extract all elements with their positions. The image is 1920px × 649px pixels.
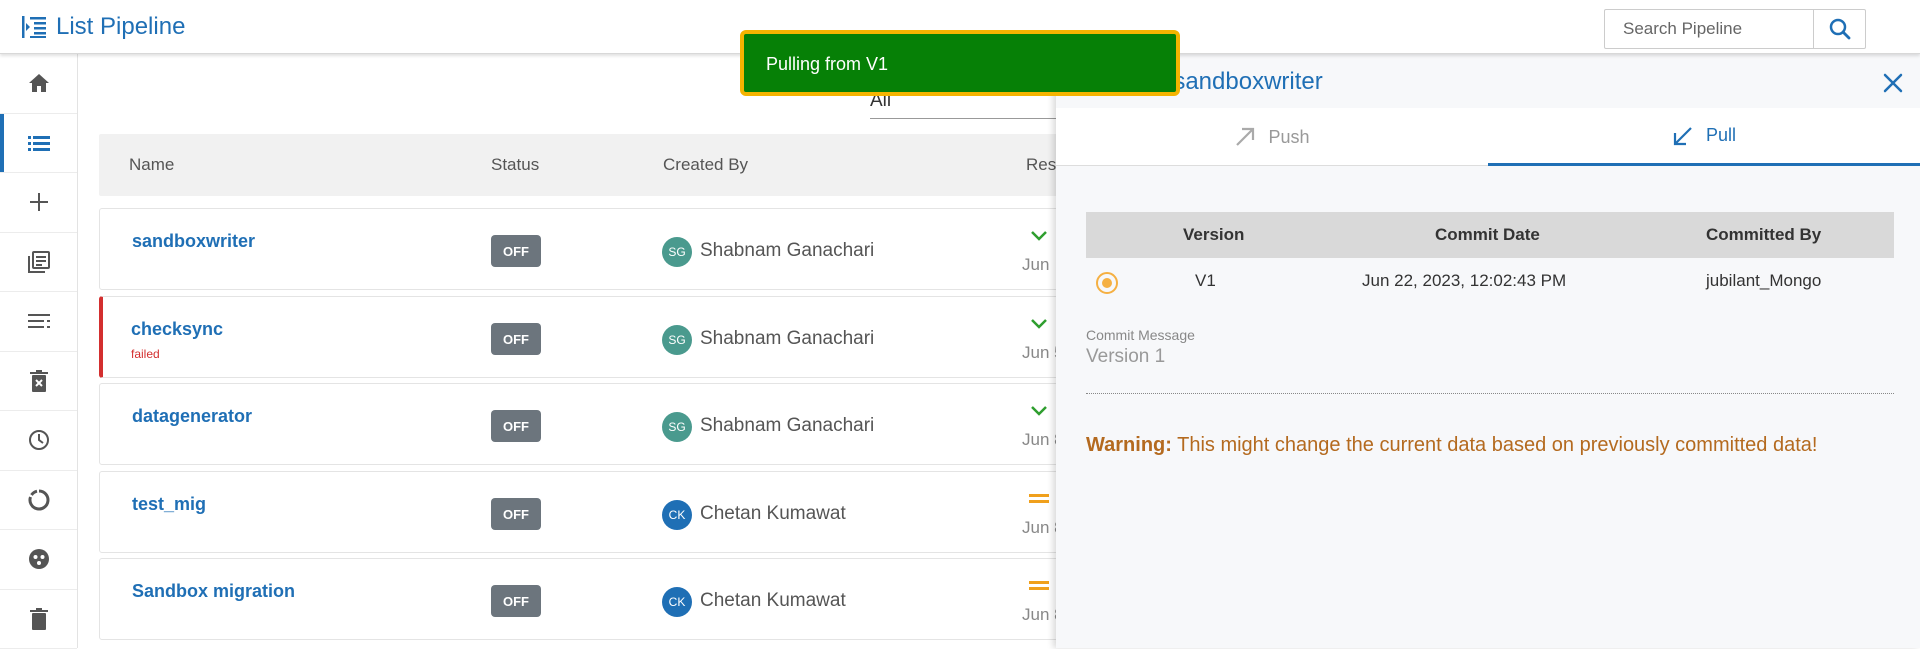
commit-message-label: Commit Message — [1086, 327, 1195, 343]
commit-date-value: Jun 22, 2023, 12:02:43 PM — [1362, 271, 1566, 291]
donut-icon — [28, 489, 50, 511]
library-icon — [28, 251, 50, 273]
status-badge[interactable]: OFF — [491, 235, 541, 267]
arrow-up-right-icon — [1234, 126, 1256, 148]
versions-table-header: Version Commit Date Committed By — [1086, 212, 1894, 258]
table-row[interactable]: checksync failed OFF SG Shabnam Ganachar… — [99, 296, 1099, 378]
column-created-by: Created By — [663, 155, 748, 175]
created-by: Shabnam Ganachari — [700, 240, 874, 262]
tab-pull[interactable]: Pull — [1488, 108, 1920, 166]
status-badge[interactable]: OFF — [491, 498, 541, 530]
equals-icon — [1029, 577, 1049, 593]
trash-x-icon — [30, 370, 48, 392]
check-icon — [1029, 227, 1049, 243]
panel-title: ll sandboxwriter — [1156, 68, 1323, 96]
column-name: Name — [129, 155, 174, 175]
failed-label: failed — [131, 347, 160, 361]
created-by: Shabnam Ganachari — [700, 328, 874, 350]
sidebar-item-monitor[interactable] — [0, 471, 77, 531]
created-by: Chetan Kumawat — [700, 590, 846, 612]
column-status: Status — [491, 155, 539, 175]
warning-label: Warning: — [1086, 434, 1172, 456]
toast-text: Pulling from V1 — [766, 54, 888, 75]
sidebar-item-home[interactable] — [0, 54, 77, 114]
tab-push[interactable]: Push — [1056, 108, 1488, 166]
lines-icon — [28, 314, 50, 328]
check-icon — [1029, 315, 1049, 331]
home-icon — [28, 73, 50, 93]
table-row[interactable]: test_mig OFF CK Chetan Kumawat Jun 8 — [99, 471, 1099, 553]
version-row[interactable]: V1 Jun 22, 2023, 12:02:43 PM jubilant_Mo… — [1086, 258, 1894, 306]
pipeline-table-header: Name Status Created By Res — [99, 134, 1099, 196]
avatar: SG — [662, 412, 692, 442]
created-by: Chetan Kumawat — [700, 503, 846, 525]
sidebar-item-list-pipeline[interactable] — [0, 114, 77, 174]
table-row[interactable]: sandboxwriter OFF SG Shabnam Ganachari J… — [99, 208, 1099, 290]
pipeline-name-link[interactable]: Sandbox migration — [132, 581, 295, 602]
toast-notification: Pulling from V1 — [740, 30, 1180, 96]
sidebar-item-group[interactable] — [0, 530, 77, 590]
committed-by-value: jubilant_Mongo — [1706, 271, 1821, 291]
versions-table: Version Commit Date Committed By V1 Jun … — [1086, 212, 1894, 306]
trash-icon — [30, 608, 48, 630]
warning-text: This might change the current data based… — [1172, 434, 1818, 456]
status-badge[interactable]: OFF — [491, 585, 541, 617]
table-row[interactable]: datagenerator OFF SG Shabnam Ganachari J… — [99, 383, 1099, 465]
sidebar-item-history[interactable] — [0, 411, 77, 471]
list-icon — [28, 135, 50, 151]
check-icon — [1029, 402, 1049, 418]
search-input[interactable] — [1605, 10, 1847, 48]
group-icon — [28, 548, 50, 570]
column-result: Res — [1026, 155, 1056, 175]
search-button[interactable] — [1813, 10, 1865, 48]
equals-icon — [1029, 490, 1049, 506]
sidebar — [0, 54, 78, 648]
column-version: Version — [1183, 225, 1244, 245]
warning-message: Warning: This might change the current d… — [1086, 434, 1817, 457]
sidebar-item-create[interactable] — [0, 173, 77, 233]
created-by: Shabnam Ganachari — [700, 415, 874, 437]
table-row[interactable]: Sandbox migration OFF CK Chetan Kumawat … — [99, 558, 1099, 640]
status-filter-underline — [870, 118, 1070, 119]
version-value: V1 — [1195, 271, 1216, 291]
column-committed-by: Committed By — [1706, 225, 1821, 245]
search-icon — [1829, 18, 1851, 40]
commit-message-field[interactable]: Version 1 — [1086, 346, 1894, 393]
commit-message-box: Version 1 — [1086, 346, 1894, 394]
avatar: CK — [662, 500, 692, 530]
pipeline-name-link[interactable]: test_mig — [132, 494, 206, 515]
status-badge[interactable]: OFF — [491, 323, 541, 355]
plus-icon — [29, 192, 49, 212]
pipeline-name-link[interactable]: sandboxwriter — [132, 231, 255, 252]
version-radio[interactable] — [1096, 272, 1118, 294]
pipeline-name-link[interactable]: datagenerator — [132, 406, 252, 427]
tab-push-label: Push — [1268, 127, 1309, 148]
version-control-panel: ll sandboxwriter Push Pull Version Commi… — [1056, 54, 1920, 648]
column-commit-date: Commit Date — [1435, 225, 1540, 245]
result-date: Jun — [1022, 255, 1049, 275]
arrow-down-left-icon — [1672, 125, 1694, 147]
push-pull-tabs: Push Pull — [1056, 108, 1920, 166]
sidebar-item-lines[interactable] — [0, 292, 77, 352]
tab-pull-label: Pull — [1706, 125, 1736, 146]
clock-icon — [28, 429, 50, 451]
pipeline-name-link[interactable]: checksync — [131, 319, 223, 340]
sidebar-item-trash-x[interactable] — [0, 352, 77, 412]
status-badge[interactable]: OFF — [491, 410, 541, 442]
avatar: SG — [662, 237, 692, 267]
collapse-menu-icon[interactable] — [22, 16, 46, 38]
sidebar-item-trash[interactable] — [0, 590, 77, 649]
sidebar-item-library[interactable] — [0, 233, 77, 293]
avatar: SG — [662, 325, 692, 355]
avatar: CK — [662, 587, 692, 617]
search-box — [1604, 9, 1866, 49]
close-icon[interactable] — [1882, 72, 1904, 94]
page-title: List Pipeline — [56, 13, 185, 41]
